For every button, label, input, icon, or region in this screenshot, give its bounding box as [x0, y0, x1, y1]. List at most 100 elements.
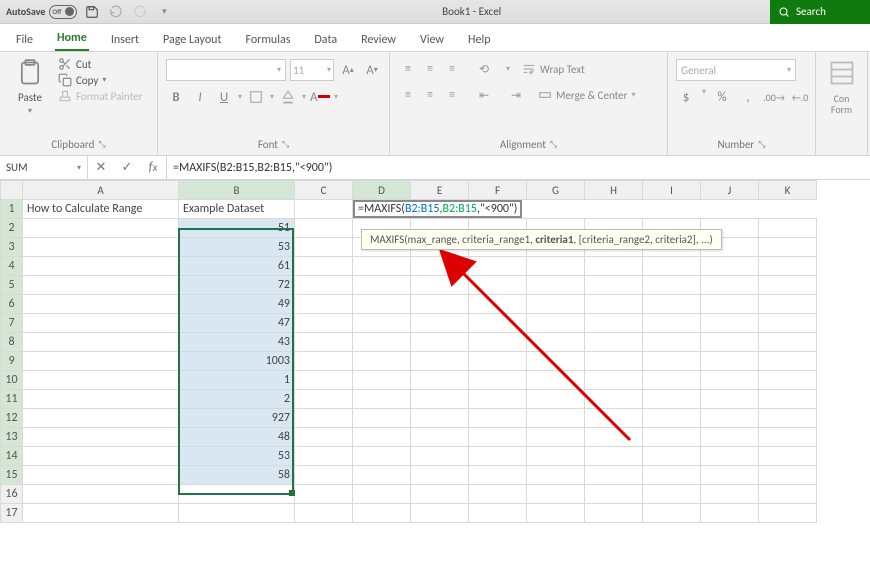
copy-button[interactable]: Copy▾: [58, 73, 142, 87]
currency-icon[interactable]: $: [676, 87, 696, 107]
align-right-icon[interactable]: ≡: [442, 85, 462, 105]
row-header-17[interactable]: 17: [1, 504, 23, 523]
col-header-A[interactable]: A: [23, 181, 179, 200]
decrease-indent-icon[interactable]: ⇤: [474, 85, 494, 105]
row-header-4[interactable]: 4: [1, 257, 23, 276]
merge-center-button[interactable]: Merge & Center▾: [538, 85, 636, 105]
row-header-8[interactable]: 8: [1, 333, 23, 352]
clipboard-launcher-icon[interactable]: ⤡: [98, 139, 105, 150]
align-bottom-icon[interactable]: ≡: [442, 59, 462, 79]
increase-indent-icon[interactable]: ⇥: [506, 85, 526, 105]
wrap-text-button[interactable]: Wrap Text: [522, 59, 585, 79]
cut-button[interactable]: Cut: [58, 57, 142, 71]
row-header-11[interactable]: 11: [1, 390, 23, 409]
tab-review[interactable]: Review: [359, 29, 398, 51]
decrease-decimal-icon[interactable]: ←.0: [790, 87, 810, 107]
search-box[interactable]: Search: [770, 0, 870, 24]
row-header-2[interactable]: 2: [1, 219, 23, 238]
increase-decimal-icon[interactable]: .00→: [764, 87, 784, 107]
tab-formulas[interactable]: Formulas: [243, 29, 292, 51]
font-name-select[interactable]: ▾: [166, 59, 286, 81]
align-left-icon[interactable]: ≡: [398, 85, 418, 105]
cell-B4[interactable]: 61: [179, 257, 295, 276]
cell-B14[interactable]: 53: [179, 447, 295, 466]
row-header-14[interactable]: 14: [1, 447, 23, 466]
row-header-7[interactable]: 7: [1, 314, 23, 333]
row-header-13[interactable]: 13: [1, 428, 23, 447]
fill-color-button[interactable]: [278, 87, 298, 107]
cell-B7[interactable]: 47: [179, 314, 295, 333]
col-header-D[interactable]: D: [353, 181, 411, 200]
cell-B8[interactable]: 43: [179, 333, 295, 352]
select-all-corner[interactable]: [1, 181, 23, 200]
bold-button[interactable]: B: [166, 87, 186, 107]
font-color-button[interactable]: A: [310, 87, 330, 107]
cell-B13[interactable]: 48: [179, 428, 295, 447]
cell-D1[interactable]: =MAXIFS(B2:B15,B2:B15,"<900"): [353, 200, 817, 219]
col-header-C[interactable]: C: [295, 181, 353, 200]
italic-button[interactable]: I: [190, 87, 210, 107]
qat-dropdown-icon[interactable]: ▾: [155, 3, 173, 21]
autosave-toggle[interactable]: AutoSave Off: [6, 5, 77, 19]
row-header-12[interactable]: 12: [1, 409, 23, 428]
align-top-icon[interactable]: ≡: [398, 59, 418, 79]
tab-home[interactable]: Home: [55, 27, 89, 51]
number-launcher-icon[interactable]: ⤡: [758, 139, 765, 150]
save-icon[interactable]: [83, 3, 101, 21]
cell-C2[interactable]: [295, 219, 353, 238]
cell-B2[interactable]: 51: [179, 219, 295, 238]
name-box[interactable]: SUM▾: [0, 156, 88, 179]
align-middle-icon[interactable]: ≡: [420, 59, 440, 79]
underline-button[interactable]: U: [214, 87, 234, 107]
row-header-16[interactable]: 16: [1, 485, 23, 504]
tab-insert[interactable]: Insert: [109, 29, 141, 51]
increase-font-icon[interactable]: A▴: [338, 60, 358, 80]
cell-B5[interactable]: 72: [179, 276, 295, 295]
cell-B1[interactable]: Example Dataset: [179, 200, 295, 219]
paste-button[interactable]: Paste ▾: [8, 55, 52, 116]
decrease-font-icon[interactable]: A▾: [362, 60, 382, 80]
cell-B9[interactable]: 1003: [179, 352, 295, 371]
row-header-9[interactable]: 9: [1, 352, 23, 371]
row-header-6[interactable]: 6: [1, 295, 23, 314]
row-header-10[interactable]: 10: [1, 371, 23, 390]
cell-B6[interactable]: 49: [179, 295, 295, 314]
col-header-E[interactable]: E: [411, 181, 469, 200]
col-header-F[interactable]: F: [469, 181, 527, 200]
cell-B15[interactable]: 58: [179, 466, 295, 485]
cell-C1[interactable]: [295, 200, 353, 219]
align-center-icon[interactable]: ≡: [420, 85, 440, 105]
col-header-G[interactable]: G: [527, 181, 585, 200]
cell-B10[interactable]: 1: [179, 371, 295, 390]
row-header-3[interactable]: 3: [1, 238, 23, 257]
row-header-5[interactable]: 5: [1, 276, 23, 295]
col-header-K[interactable]: K: [759, 181, 817, 200]
tab-pagelayout[interactable]: Page Layout: [161, 29, 223, 51]
fx-icon[interactable]: fx: [140, 160, 166, 175]
tab-help[interactable]: Help: [466, 29, 493, 51]
font-launcher-icon[interactable]: ⤡: [282, 139, 289, 150]
borders-button[interactable]: [246, 87, 266, 107]
conditional-format-icon[interactable]: [828, 59, 856, 87]
cell-B12[interactable]: 927: [179, 409, 295, 428]
comma-icon[interactable]: ,: [738, 87, 758, 107]
cell-A1[interactable]: How to Calculate Range: [23, 200, 179, 219]
col-header-H[interactable]: H: [585, 181, 643, 200]
number-format-select[interactable]: General▾: [676, 59, 796, 81]
undo-icon[interactable]: [107, 3, 125, 21]
cancel-formula-icon[interactable]: ✕: [88, 160, 114, 175]
alignment-launcher-icon[interactable]: ⤡: [550, 139, 557, 150]
orientation-icon[interactable]: ⟲: [474, 59, 494, 79]
font-size-select[interactable]: 11▾: [290, 59, 334, 81]
col-header-B[interactable]: B: [179, 181, 295, 200]
percent-icon[interactable]: %: [712, 87, 732, 107]
cell-B3[interactable]: 53: [179, 238, 295, 257]
cell-A2[interactable]: [23, 219, 179, 238]
col-header-J[interactable]: J: [701, 181, 759, 200]
formula-input[interactable]: =MAXIFS(B2:B15,B2:B15,"<900"): [167, 156, 870, 179]
enter-formula-icon[interactable]: ✓: [114, 160, 140, 175]
tab-file[interactable]: File: [14, 29, 35, 51]
tab-view[interactable]: View: [418, 29, 446, 51]
tab-data[interactable]: Data: [312, 29, 339, 51]
spreadsheet-grid[interactable]: A B C D E F G H I J K 1How to Calculate …: [0, 180, 870, 523]
